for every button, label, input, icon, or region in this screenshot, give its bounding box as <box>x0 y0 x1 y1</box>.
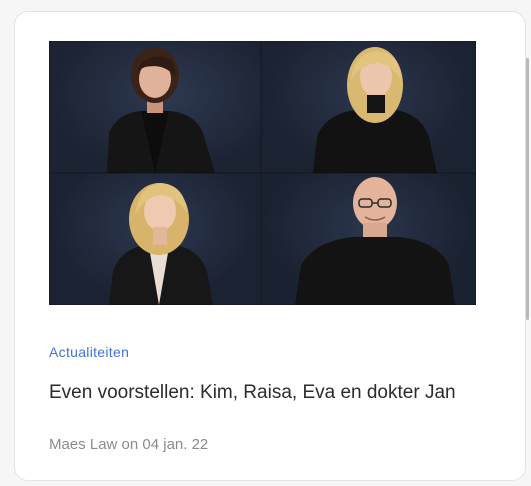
team-photo-collage[interactable] <box>49 41 476 305</box>
portrait-image <box>295 177 455 305</box>
portrait-image <box>313 47 437 173</box>
scrollbar[interactable] <box>526 58 529 320</box>
article-card[interactable]: Actualiteiten Even voorstellen: Kim, Rai… <box>14 11 526 481</box>
portrait-kim <box>49 41 261 173</box>
article-meta: Maes Law on 04 jan. 22 <box>49 436 209 453</box>
portrait-dokter-jan <box>261 173 476 305</box>
portrait-eva <box>49 173 261 305</box>
category-link[interactable]: Actualiteiten <box>49 344 129 360</box>
portrait-raisa <box>261 41 476 173</box>
portrait-image <box>107 47 215 173</box>
portrait-image <box>109 183 213 305</box>
article-title[interactable]: Even voorstellen: Kim, Raisa, Eva en dok… <box>49 382 456 404</box>
